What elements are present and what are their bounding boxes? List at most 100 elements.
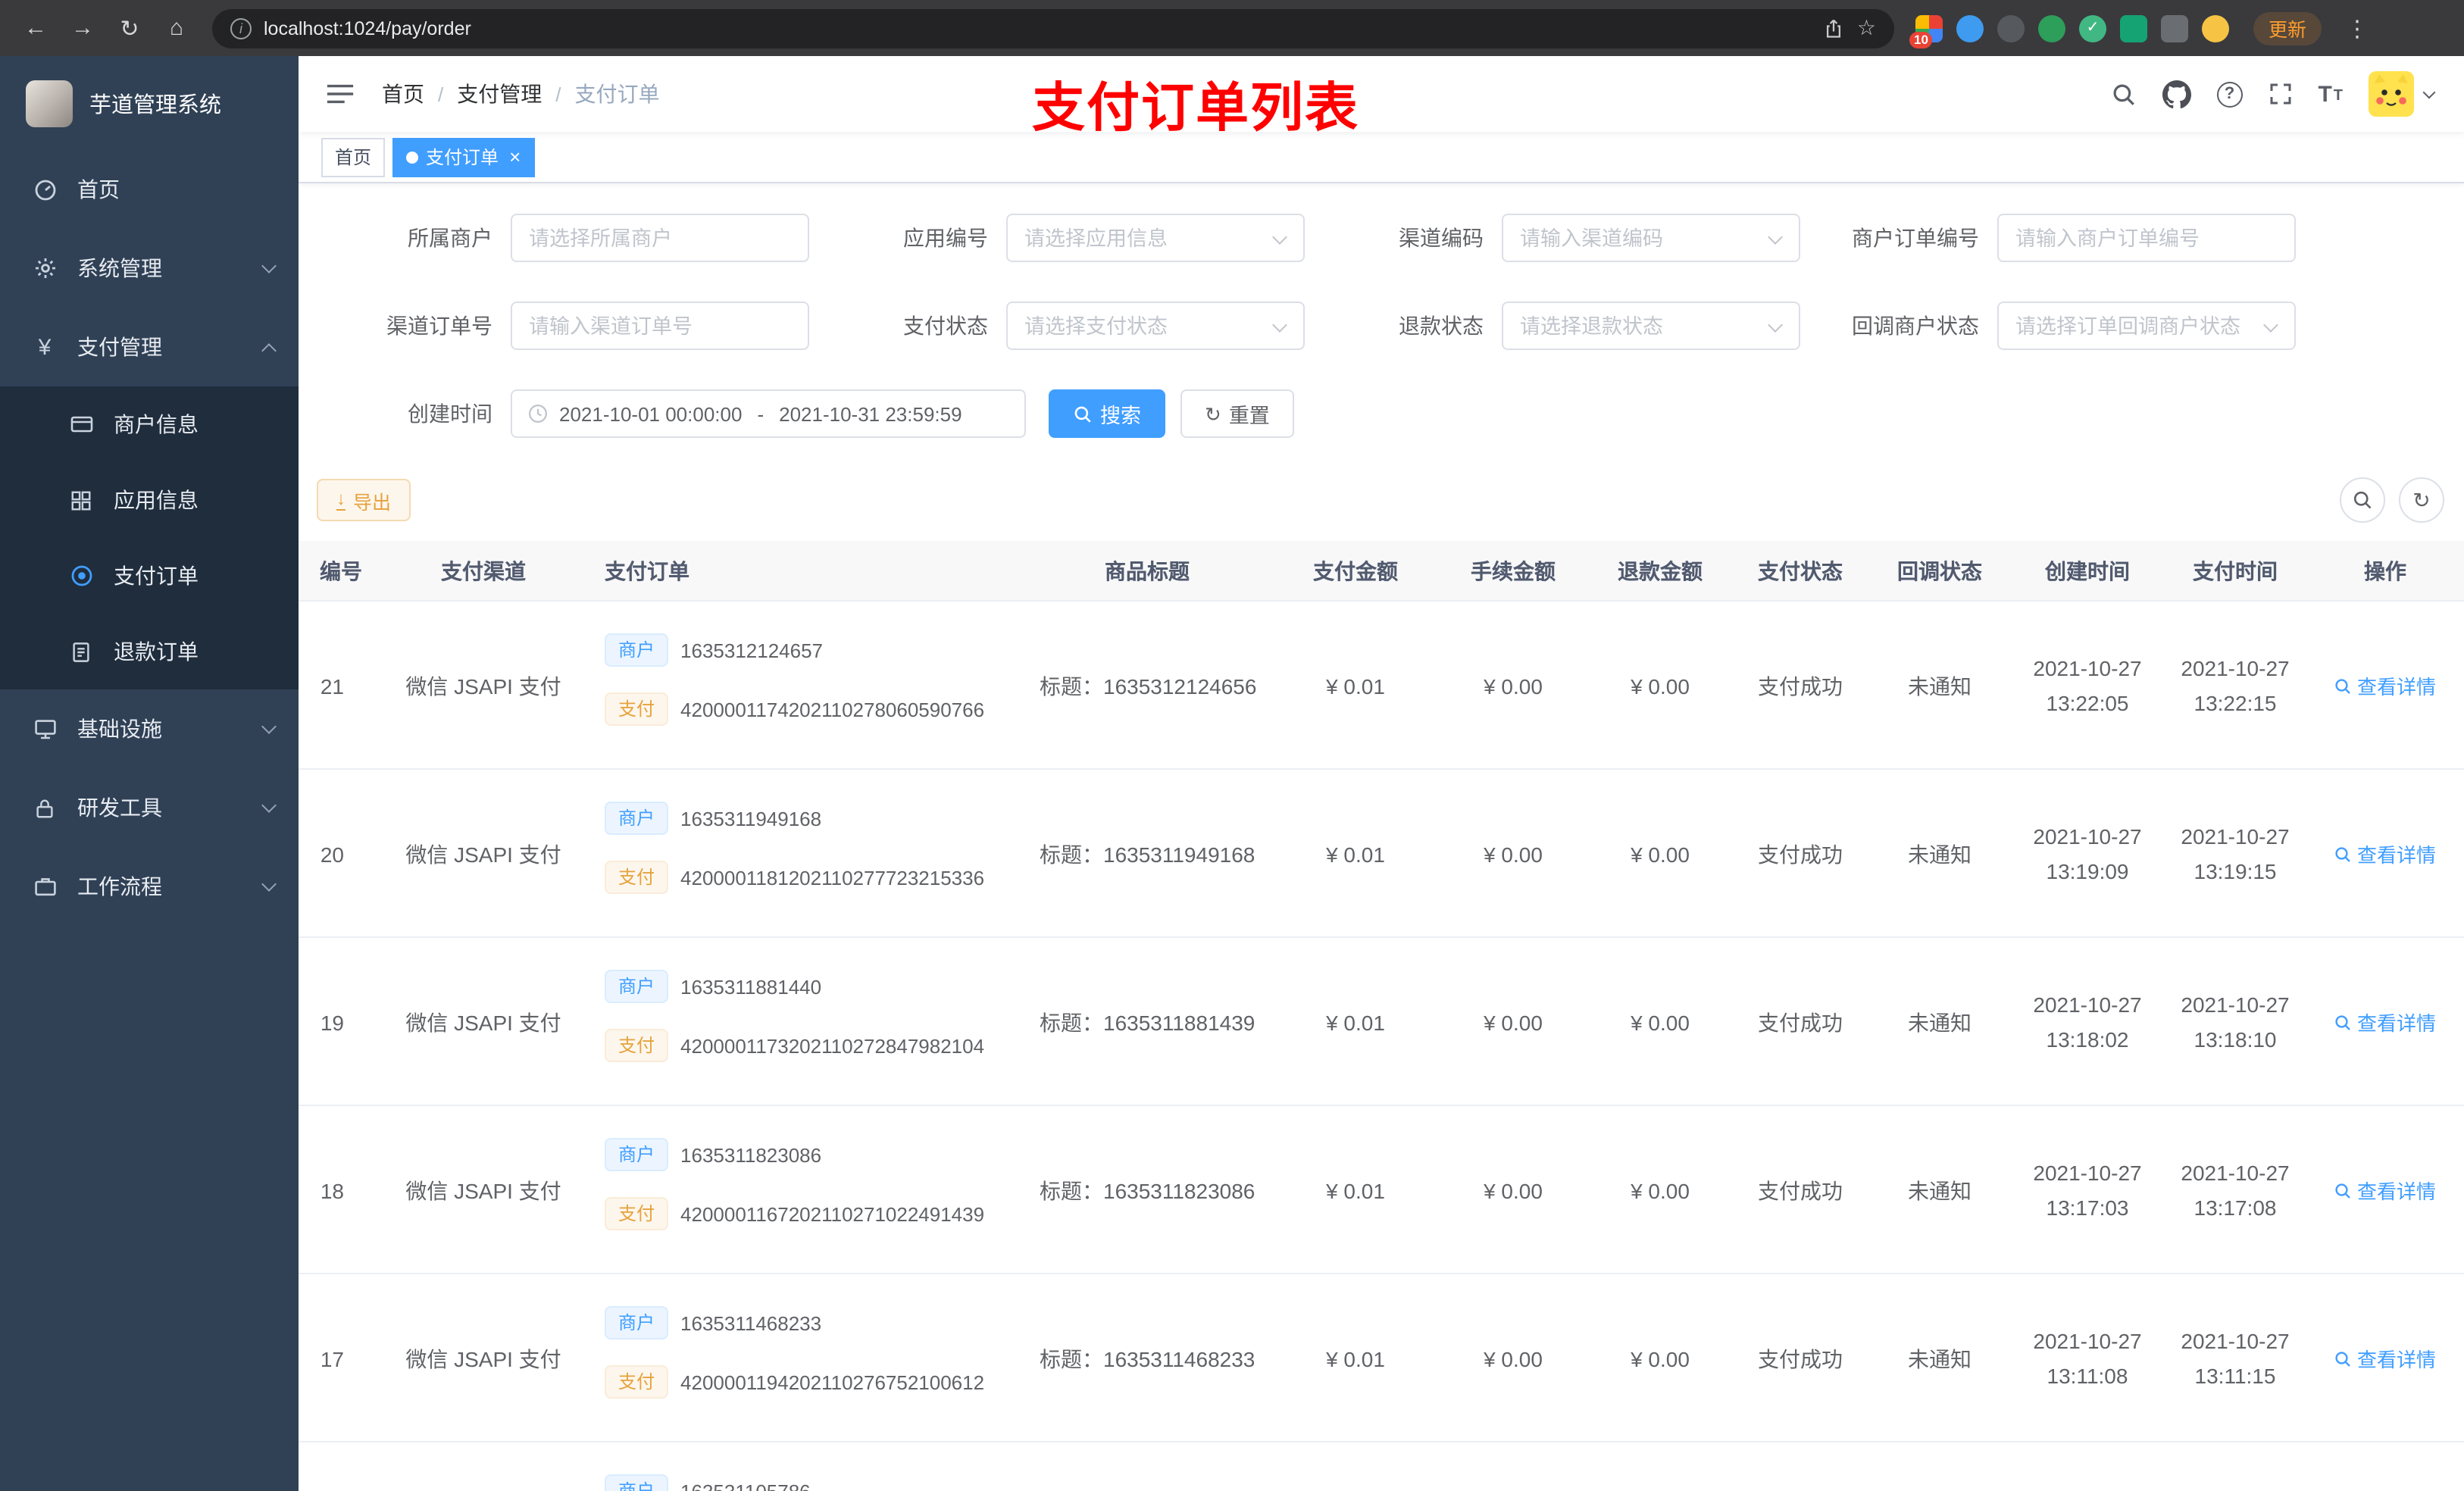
extension-icon[interactable]: ✓ bbox=[2079, 14, 2106, 42]
home-icon[interactable]: ⌂ bbox=[156, 8, 197, 48]
cell-status: 支付成功 bbox=[1758, 1346, 1843, 1371]
sidebar-item-infrastructure[interactable]: 基础设施 bbox=[0, 689, 299, 768]
table-toolbar: ↓ 导出 ↻ bbox=[317, 477, 2444, 523]
font-size-icon[interactable]: TT bbox=[2318, 83, 2343, 105]
search-button[interactable]: 搜索 bbox=[1049, 389, 1165, 438]
tab-home[interactable]: 首页 bbox=[321, 137, 386, 177]
cell-notify bbox=[1868, 1443, 2011, 1491]
search-icon[interactable] bbox=[2110, 81, 2136, 107]
view-detail-link[interactable]: 查看详情 bbox=[2334, 671, 2436, 700]
lock-icon bbox=[30, 796, 59, 819]
sidebar-item-home[interactable]: 首页 bbox=[0, 150, 299, 229]
hamburger-icon[interactable] bbox=[320, 76, 361, 112]
target-icon bbox=[67, 564, 95, 588]
pay-status-select[interactable] bbox=[1006, 302, 1305, 350]
extension-icon[interactable] bbox=[2038, 14, 2065, 42]
view-detail-link[interactable]: 查看详情 bbox=[2334, 1176, 2436, 1205]
merchant-order-no: 163531105786 bbox=[680, 1480, 811, 1491]
avatar[interactable] bbox=[2369, 71, 2414, 117]
pay-tag: 支付 bbox=[605, 861, 669, 894]
extension-icon[interactable] bbox=[2161, 14, 2188, 42]
channel-code-select[interactable] bbox=[1502, 214, 1800, 262]
sidebar-item-payment[interactable]: ¥ 支付管理 bbox=[0, 308, 299, 386]
sidebar-item-devtools[interactable]: 研发工具 bbox=[0, 768, 299, 847]
cell-id: 19 bbox=[320, 1010, 344, 1034]
notify-status-select[interactable] bbox=[1997, 302, 2296, 350]
share-icon[interactable] bbox=[1824, 17, 1845, 39]
active-tab-dot bbox=[406, 151, 419, 163]
cell-id bbox=[299, 1443, 377, 1491]
url-bar[interactable]: i localhost:1024/pay/order ☆ bbox=[212, 8, 1894, 48]
merchant-input-field[interactable] bbox=[529, 227, 791, 249]
date-range-input[interactable]: 2021-10-01 00:00:00 - 2021-10-31 23:59:5… bbox=[511, 389, 1026, 438]
breadcrumb-pay[interactable]: 支付管理 bbox=[457, 79, 542, 109]
pay-tag: 支付 bbox=[605, 1197, 669, 1230]
merchant-order-no-input-field[interactable] bbox=[2015, 227, 2278, 249]
merchant-tag: 商户 bbox=[605, 1138, 669, 1171]
extension-icon[interactable] bbox=[2202, 14, 2229, 42]
cell-order: 商户 1635311823086 支付 42000011672021102710… bbox=[589, 1106, 1021, 1274]
reload-icon[interactable]: ↻ bbox=[109, 8, 150, 48]
refund-status-select-field[interactable] bbox=[1520, 314, 1782, 337]
sidebar-item-workflow[interactable]: 工作流程 bbox=[0, 847, 299, 926]
cell-create-time: 2021-10-27 13:22:05 bbox=[2033, 655, 2142, 714]
channel-code-select-field[interactable] bbox=[1520, 227, 1782, 249]
sidebar-item-pay-order[interactable]: 支付订单 bbox=[0, 538, 299, 614]
pay-order-no: 4200001173202110272847982104 bbox=[680, 1034, 985, 1057]
merchant-order-no-input[interactable] bbox=[1997, 214, 2296, 262]
channel-order-no-input-field[interactable] bbox=[529, 314, 791, 337]
extension-icon[interactable] bbox=[1956, 14, 1984, 42]
fullscreen-icon[interactable] bbox=[2268, 82, 2292, 106]
sidebar-item-system[interactable]: 系统管理 bbox=[0, 229, 299, 308]
bookmark-star-icon[interactable]: ☆ bbox=[1857, 15, 1876, 41]
browser-menu-icon[interactable]: ⋮ bbox=[2340, 14, 2375, 42]
screen: ← → ↻ ⌂ i localhost:1024/pay/order ☆ 10 … bbox=[0, 0, 2464, 1491]
extension-icon[interactable]: 10 bbox=[1909, 14, 1943, 48]
view-detail-link[interactable]: 查看详情 bbox=[2334, 1344, 2436, 1373]
close-icon[interactable]: × bbox=[509, 147, 521, 167]
merchant-tag: 商户 bbox=[605, 633, 669, 667]
pay-status-select-field[interactable] bbox=[1024, 314, 1287, 337]
site-info-icon[interactable]: i bbox=[230, 17, 252, 39]
user-menu[interactable] bbox=[2369, 71, 2436, 117]
sidebar-item-merchant-info[interactable]: 商户信息 bbox=[0, 386, 299, 462]
channel-order-no-input[interactable] bbox=[511, 302, 809, 350]
sidebar-item-app-info[interactable]: 应用信息 bbox=[0, 462, 299, 538]
table-row: 19 微信 JSAPI 支付 商户 1635311881440 支付 42000… bbox=[299, 938, 2464, 1106]
merchant-input[interactable] bbox=[511, 214, 809, 262]
merchant-order-no: 1635312124657 bbox=[680, 639, 824, 661]
breadcrumb-home[interactable]: 首页 bbox=[382, 79, 424, 109]
chevron-down-icon bbox=[2422, 85, 2436, 98]
filter-row-1: 所属商户 应用编号 渠道编码 bbox=[314, 214, 2464, 262]
extension-icon[interactable] bbox=[1997, 14, 2025, 42]
filter-create-time: 创建时间 2021-10-01 00:00:00 - 2021-10-31 23… bbox=[314, 389, 1026, 438]
export-button[interactable]: ↓ 导出 bbox=[317, 479, 411, 521]
pay-order-no: 4200001181202110277723215336 bbox=[680, 866, 985, 889]
merchant-tag: 商户 bbox=[605, 970, 669, 1003]
notify-status-select-field[interactable] bbox=[2015, 314, 2278, 337]
cell-title: 标题：1635311949168 bbox=[1040, 842, 1255, 866]
refresh-icon: ↻ bbox=[1205, 402, 1221, 425]
cell-pay-time: 2021-10-27 13:19:15 bbox=[2181, 824, 2290, 883]
view-detail-link[interactable]: 查看详情 bbox=[2334, 839, 2436, 868]
sidebar-item-refund-order[interactable]: 退款订单 bbox=[0, 614, 299, 689]
tab-pay-order[interactable]: 支付订单 × bbox=[392, 137, 535, 177]
view-detail-link[interactable]: 查看详情 bbox=[2334, 1008, 2436, 1036]
chevron-down-icon bbox=[261, 877, 277, 892]
app-no-select-field[interactable] bbox=[1024, 227, 1287, 249]
github-icon[interactable] bbox=[2162, 80, 2191, 108]
reset-button[interactable]: ↻ 重置 bbox=[1180, 389, 1294, 438]
monitor-icon bbox=[30, 717, 59, 741]
back-icon[interactable]: ← bbox=[15, 8, 56, 48]
column-header-notify: 回调状态 bbox=[1897, 558, 1982, 583]
help-icon[interactable]: ? bbox=[2216, 81, 2243, 107]
forward-icon[interactable]: → bbox=[62, 8, 103, 48]
refund-status-select[interactable] bbox=[1502, 302, 1800, 350]
cell-amount: ¥ 0.01 bbox=[1326, 1346, 1385, 1371]
extension-icon[interactable] bbox=[2120, 14, 2147, 42]
refresh-table-button[interactable]: ↻ bbox=[2399, 477, 2444, 523]
app-no-select[interactable] bbox=[1006, 214, 1305, 262]
cell-action: 查看详情 bbox=[2306, 1443, 2464, 1491]
browser-update-button[interactable]: 更新 bbox=[2253, 11, 2322, 45]
toggle-search-button[interactable] bbox=[2340, 477, 2385, 523]
